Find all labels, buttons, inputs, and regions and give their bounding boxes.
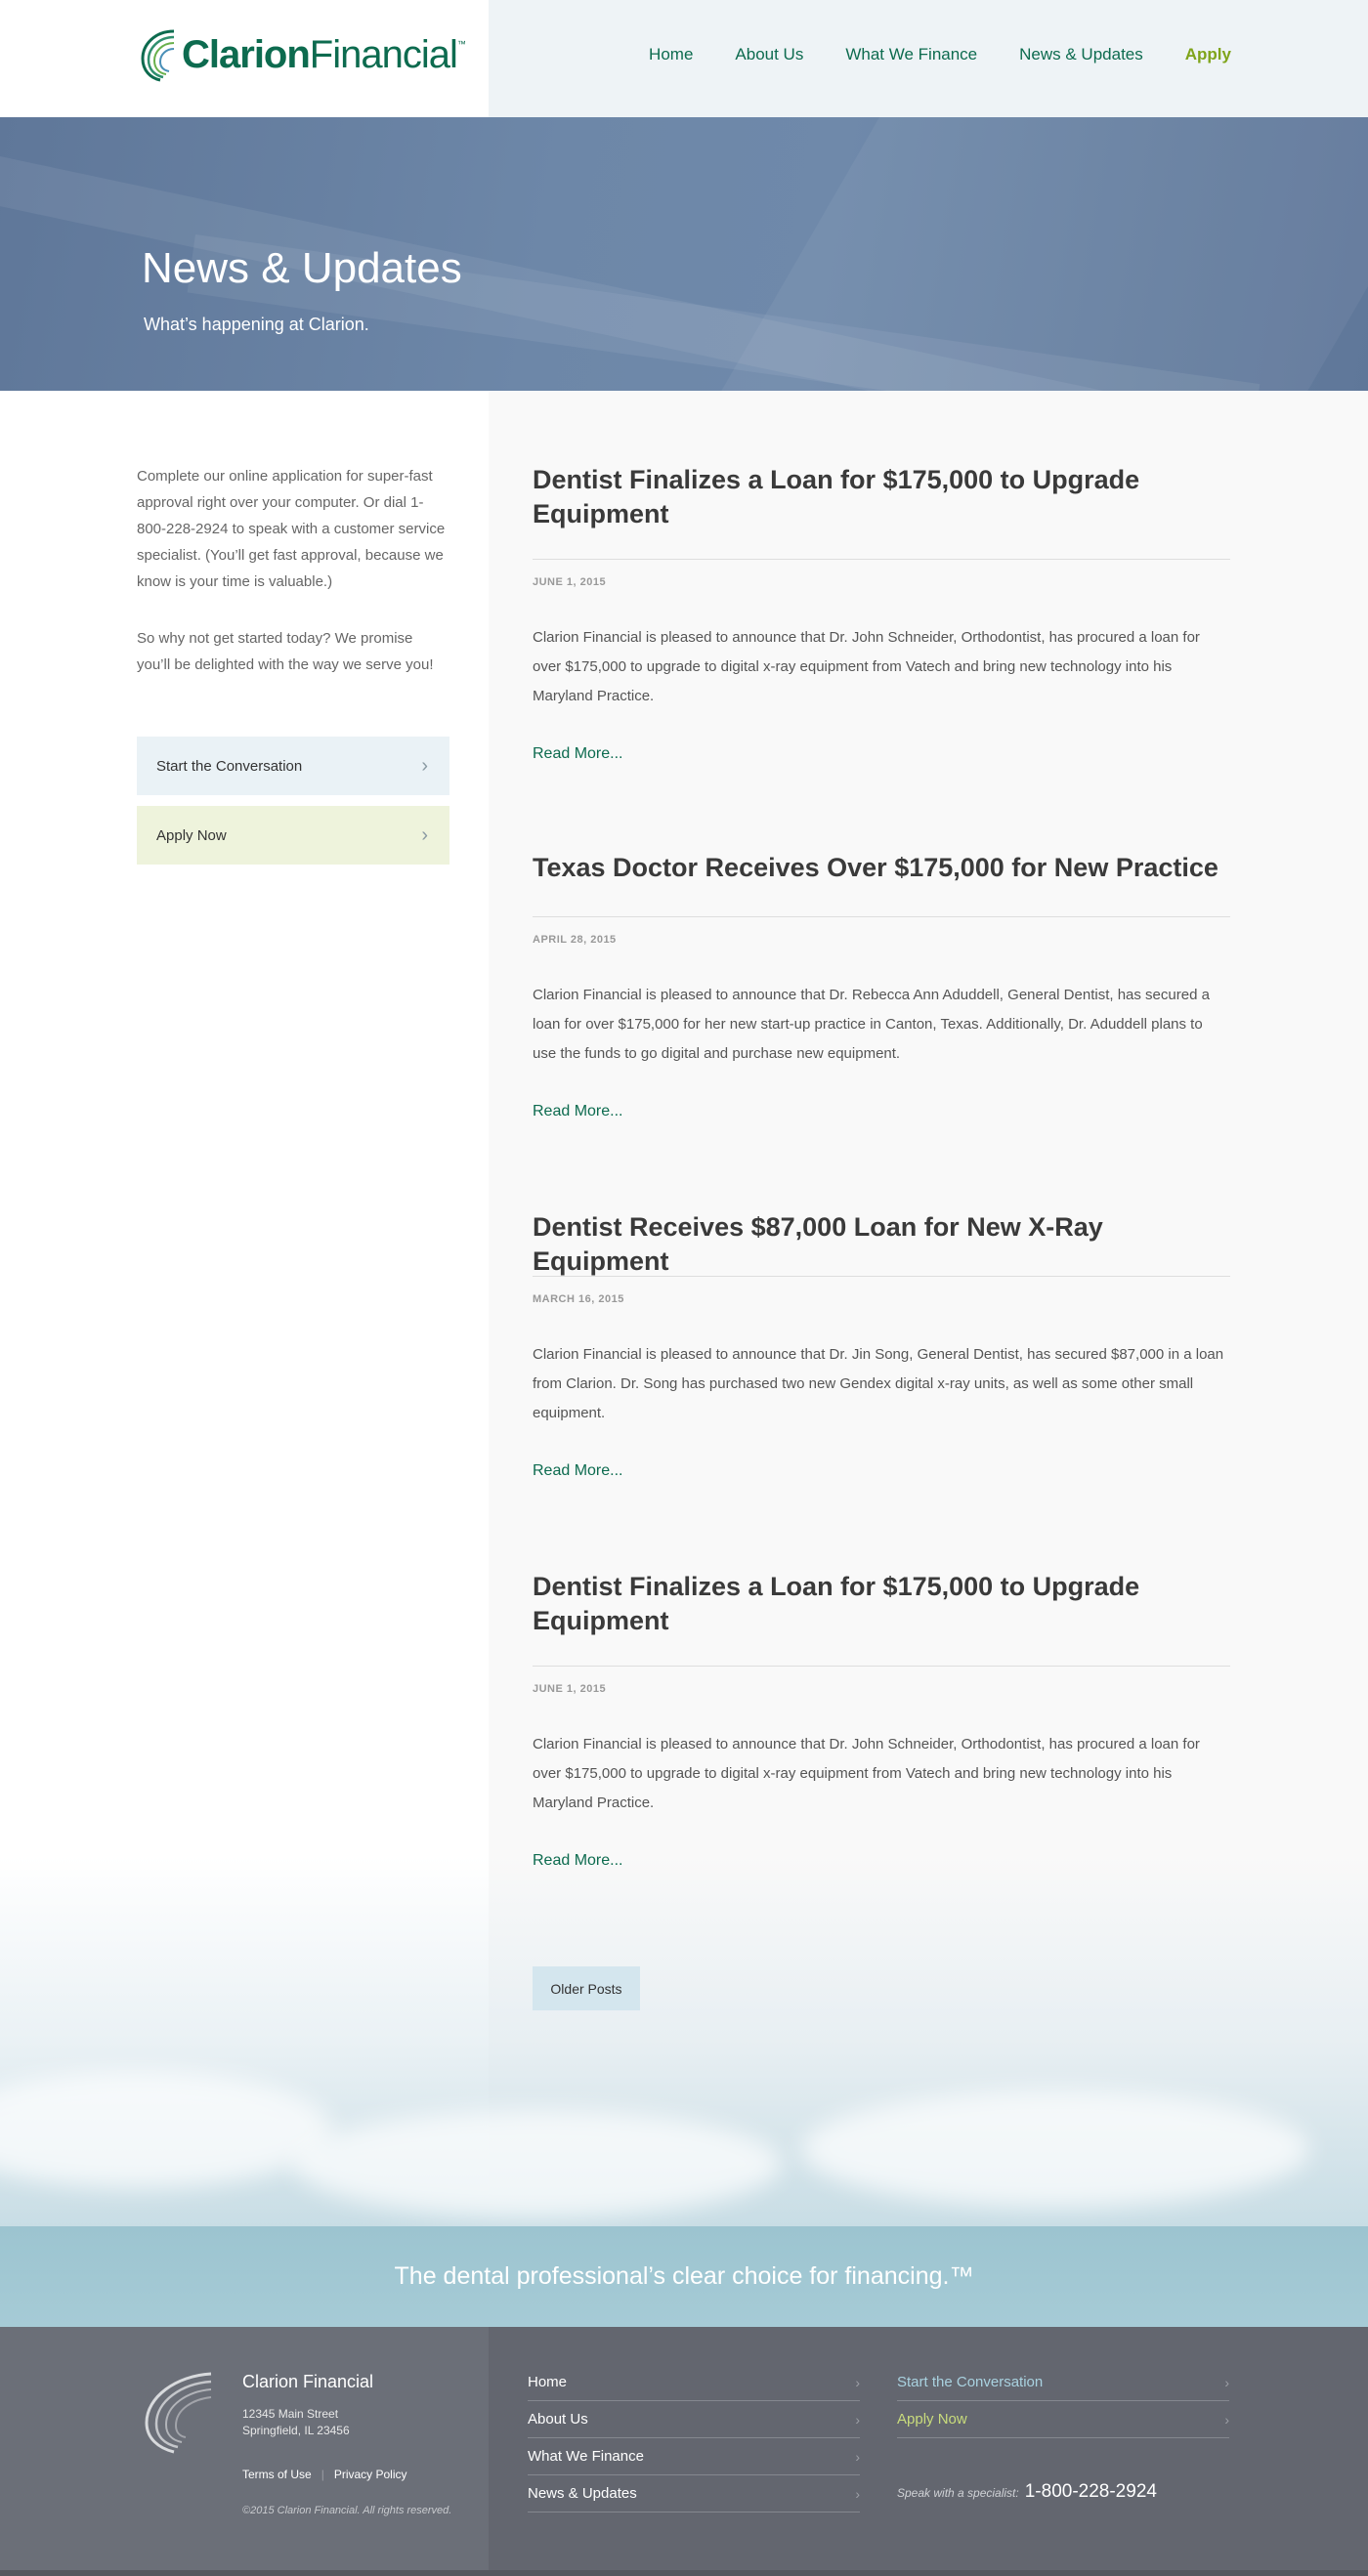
logo[interactable]: ClarionFinancial™: [137, 25, 466, 84]
chevron-right-icon: ›: [855, 2485, 860, 2502]
footer-brand-area: [0, 2327, 489, 2570]
terms-of-use-link[interactable]: Terms of Use: [242, 2468, 312, 2481]
post-divider: [533, 559, 1230, 560]
footer-nav-home[interactable]: Home ›: [528, 2364, 860, 2401]
cloud-shape: [0, 2071, 332, 2188]
cloud-shape: [801, 2090, 1309, 2208]
chevron-right-icon: ›: [855, 2411, 860, 2428]
hero-background-shape: [721, 117, 1368, 391]
post-title[interactable]: Dentist Finalizes a Loan for $175,000 to…: [533, 463, 1230, 531]
footer-nav-label: About Us: [528, 2411, 588, 2428]
post-item: Dentist Receives $87,000 Loan for New X-…: [533, 1210, 1230, 1479]
post-item: Dentist Finalizes a Loan for $175,000 to…: [533, 1570, 1230, 1869]
phone-label: Speak with a specialist:: [897, 2486, 1019, 2500]
nav-what-we-finance[interactable]: What We Finance: [845, 45, 977, 64]
read-more-link[interactable]: Read More...: [533, 1462, 622, 1480]
hero-banner: News & Updates What’s happening at Clari…: [0, 117, 1368, 391]
start-conversation-button[interactable]: Start the Conversation ›: [137, 737, 449, 795]
apply-now-button[interactable]: Apply Now ›: [137, 806, 449, 865]
post-excerpt: Clarion Financial is pleased to announce…: [533, 987, 1210, 1062]
nav-home[interactable]: Home: [649, 45, 693, 64]
privacy-policy-link[interactable]: Privacy Policy: [334, 2468, 407, 2481]
post-divider: [533, 916, 1230, 917]
post-divider: [533, 1276, 1230, 1277]
footer-apply-now-link[interactable]: Apply Now ›: [897, 2401, 1229, 2438]
post-date: JUNE 1, 2015: [533, 576, 607, 588]
footer-cta-label: Start the Conversation: [897, 2374, 1044, 2390]
footer-cta-label: Apply Now: [897, 2411, 967, 2428]
footer-logo-swoosh-icon: [145, 2372, 212, 2454]
footer-nav-news-updates[interactable]: News & Updates ›: [528, 2475, 860, 2513]
footer-link-separator: |: [321, 2468, 324, 2481]
chevron-right-icon: ›: [421, 823, 428, 846]
post-title[interactable]: Dentist Receives $87,000 Loan for New X-…: [533, 1210, 1230, 1279]
footer-nav-label: Home: [528, 2374, 568, 2390]
page-subtitle: What’s happening at Clarion.: [144, 315, 369, 334]
post-excerpt: Clarion Financial is pleased to announce…: [533, 629, 1200, 704]
post-excerpt: Clarion Financial is pleased to announce…: [533, 1736, 1200, 1811]
apply-now-label: Apply Now: [156, 826, 227, 844]
post-date: MARCH 16, 2015: [533, 1293, 624, 1305]
chevron-right-icon: ›: [421, 754, 428, 777]
sky-background: [0, 1856, 1368, 2227]
footer-nav-about-us[interactable]: About Us ›: [528, 2401, 860, 2438]
post-date: APRIL 28, 2015: [533, 934, 617, 946]
older-posts-button[interactable]: Older Posts: [533, 1966, 640, 2010]
post-item: Texas Doctor Receives Over $175,000 for …: [533, 851, 1230, 1119]
footer-address-line1: 12345 Main Street: [242, 2407, 339, 2421]
footer-copyright: ©2015 Clarion Financial. All rights rese…: [242, 2505, 452, 2516]
tagline-band: The dental professional’s clear choice f…: [0, 2226, 1368, 2327]
footer-nav-label: News & Updates: [528, 2485, 637, 2502]
post-title[interactable]: Texas Doctor Receives Over $175,000 for …: [533, 851, 1230, 885]
nav-about-us[interactable]: About Us: [735, 45, 803, 64]
chevron-right-icon: ›: [1224, 2411, 1229, 2428]
nav-apply[interactable]: Apply: [1185, 45, 1231, 64]
footer-phone: Speak with a specialist: 1-800-228-2924: [897, 2481, 1157, 2503]
footer-address-line2: Springfield, IL 23456: [242, 2424, 350, 2437]
tagline-text: The dental professional’s clear choice f…: [394, 2262, 974, 2290]
footer-start-conversation-link[interactable]: Start the Conversation ›: [897, 2364, 1229, 2401]
sidebar-intro-text: Complete our online application for supe…: [137, 468, 446, 590]
header-logo-area: ClarionFinancial™: [0, 0, 489, 117]
footer-legal-links: Terms of Use | Privacy Policy: [242, 2468, 407, 2481]
logo-text: ClarionFinancial™: [182, 32, 466, 76]
main-nav: Home About Us What We Finance News & Upd…: [649, 45, 1231, 64]
post-date: JUNE 1, 2015: [533, 1683, 607, 1695]
footer-nav-what-we-finance[interactable]: What We Finance ›: [528, 2438, 860, 2475]
chevron-right-icon: ›: [855, 2374, 860, 2390]
post-title[interactable]: Dentist Finalizes a Loan for $175,000 to…: [533, 1570, 1230, 1638]
start-conversation-label: Start the Conversation: [156, 757, 303, 775]
footer-nav-label: What We Finance: [528, 2448, 644, 2465]
read-more-link[interactable]: Read More...: [533, 1852, 622, 1870]
header-nav-area: Home About Us What We Finance News & Upd…: [489, 0, 1368, 117]
post-item: Dentist Finalizes a Loan for $175,000 to…: [533, 463, 1230, 762]
chevron-right-icon: ›: [1224, 2374, 1229, 2390]
footer-base-strip: [0, 2570, 1368, 2576]
nav-news-updates[interactable]: News & Updates: [1019, 45, 1143, 64]
site-header: ClarionFinancial™ Home About Us What We …: [0, 0, 1368, 117]
read-more-link[interactable]: Read More...: [533, 1103, 622, 1120]
chevron-right-icon: ›: [855, 2448, 860, 2465]
read-more-link[interactable]: Read More...: [533, 745, 622, 763]
sidebar-promise-text: So why not get started today? We promise…: [137, 630, 434, 673]
phone-number[interactable]: 1-800-228-2924: [1025, 2481, 1157, 2503]
footer-brand-name: Clarion Financial: [242, 2372, 374, 2391]
page-title: News & Updates: [142, 244, 462, 292]
post-divider: [533, 1666, 1230, 1667]
cloud-shape: [293, 2110, 782, 2217]
logo-swoosh-icon: [141, 29, 175, 82]
post-excerpt: Clarion Financial is pleased to announce…: [533, 1346, 1224, 1421]
